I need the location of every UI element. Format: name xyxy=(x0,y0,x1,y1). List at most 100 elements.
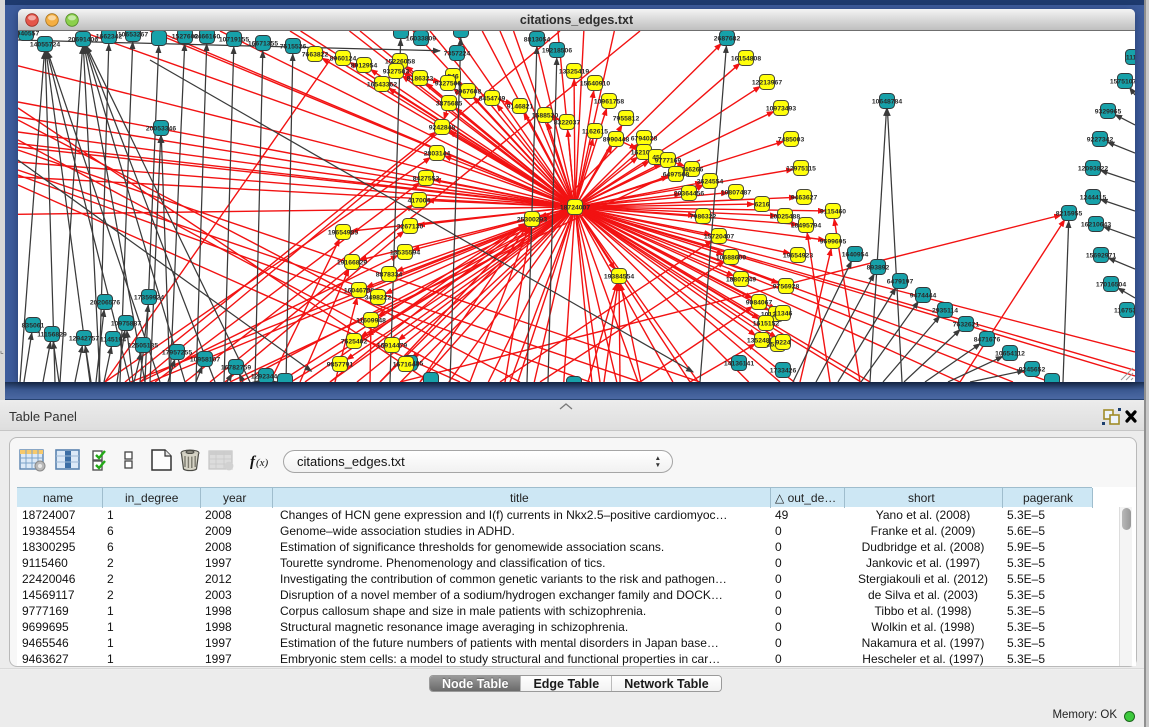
svg-text:3875685: 3875685 xyxy=(436,101,463,108)
svg-text:10807487: 10807487 xyxy=(721,190,751,197)
svg-text:8186323: 8186323 xyxy=(407,76,434,83)
svg-text:15640910: 15640910 xyxy=(580,81,610,88)
svg-text:11346: 11346 xyxy=(774,311,793,318)
svg-text:8960124: 8960124 xyxy=(330,56,357,63)
svg-text:9327503: 9327503 xyxy=(383,69,410,76)
svg-text:10719155: 10719155 xyxy=(219,37,249,44)
svg-text:2687682: 2687682 xyxy=(714,36,741,43)
svg-text:7357224: 7357224 xyxy=(444,51,471,58)
svg-text:8427552: 8427552 xyxy=(413,176,440,183)
svg-text:9146821: 9146821 xyxy=(507,104,534,111)
svg-text:6466160: 6466160 xyxy=(194,34,221,41)
svg-text:17957255: 17957255 xyxy=(162,350,192,357)
svg-text:12093822: 12093822 xyxy=(1078,166,1108,173)
svg-text:12975115: 12975115 xyxy=(786,166,816,173)
svg-text:8878334: 8878334 xyxy=(376,272,403,279)
svg-text:12213967: 12213967 xyxy=(752,80,782,87)
svg-text:9329965: 9329965 xyxy=(1095,109,1122,116)
svg-text:9245652: 9245652 xyxy=(1019,367,1046,374)
svg-text:8454749: 8454749 xyxy=(479,96,506,103)
svg-text:10653267: 10653267 xyxy=(118,32,148,39)
svg-text:20691406: 20691406 xyxy=(68,37,98,44)
svg-text:1112: 1112 xyxy=(1126,55,1135,62)
svg-text:9084067: 9084067 xyxy=(746,300,773,307)
svg-text:7625402: 7625402 xyxy=(341,339,368,346)
svg-text:3267130: 3267130 xyxy=(397,224,424,231)
svg-text:1588520: 1588520 xyxy=(532,113,559,120)
svg-text:1167533: 1167533 xyxy=(1114,308,1135,315)
svg-text:2935114: 2935114 xyxy=(932,308,958,315)
svg-text:7955812: 7955812 xyxy=(613,116,640,123)
svg-text:13325419: 13325419 xyxy=(559,69,589,76)
svg-text:10688609: 10688609 xyxy=(716,255,746,262)
svg-text:1162615: 1162615 xyxy=(582,129,608,136)
svg-text:8990448: 8990448 xyxy=(603,137,630,144)
svg-text:17016504: 17016504 xyxy=(1096,282,1126,289)
svg-text:6497568: 6497568 xyxy=(663,172,690,179)
svg-text:9463627: 9463627 xyxy=(791,195,818,202)
svg-text:14136141: 14136141 xyxy=(724,361,754,368)
svg-text:12505135: 12505135 xyxy=(128,343,158,350)
svg-text:19166829: 19166829 xyxy=(337,260,367,267)
svg-text:9327508: 9327508 xyxy=(435,81,462,88)
svg-text:18724007: 18724007 xyxy=(560,205,590,212)
svg-text:9756928: 9756928 xyxy=(773,284,800,291)
svg-text:1244415: 1244415 xyxy=(1080,195,1107,202)
svg-text:20206576: 20206576 xyxy=(90,300,120,307)
svg-text:1145194: 1145194 xyxy=(100,337,126,344)
svg-text:8471676: 8471676 xyxy=(974,337,1001,344)
svg-text:7485003: 7485003 xyxy=(778,137,805,144)
svg-text:417004: 417004 xyxy=(408,198,431,205)
svg-text:6216: 6216 xyxy=(754,202,769,209)
svg-text:16543362: 16543362 xyxy=(367,82,397,89)
svg-text:9857791: 9857791 xyxy=(327,362,354,369)
svg-text:835061: 835061 xyxy=(22,323,45,330)
svg-text:8813054: 8813054 xyxy=(524,37,551,44)
svg-text:25300293: 25300293 xyxy=(517,217,547,224)
svg-text:19384554: 19384554 xyxy=(604,274,634,281)
svg-text:10973493: 10973493 xyxy=(766,106,796,113)
svg-text:7632621: 7632621 xyxy=(953,322,980,329)
svg-text:893892: 893892 xyxy=(867,265,890,272)
svg-text:10975887: 10975887 xyxy=(111,321,141,328)
svg-text:9777169: 9777169 xyxy=(655,158,682,165)
svg-text:20053346: 20053346 xyxy=(146,126,176,133)
svg-text:16033809: 16033809 xyxy=(406,36,436,43)
svg-text:20364456: 20364456 xyxy=(674,191,704,198)
svg-text:3624554: 3624554 xyxy=(697,179,724,186)
svg-text:14055724: 14055724 xyxy=(30,42,60,49)
svg-text:15720407: 15720407 xyxy=(704,234,734,241)
svg-text:9699695: 9699695 xyxy=(820,239,847,246)
svg-text:8912954: 8912954 xyxy=(351,63,378,70)
svg-text:7515526: 7515526 xyxy=(280,44,307,51)
svg-text:1640954: 1640954 xyxy=(842,252,869,259)
svg-text:10961758: 10961758 xyxy=(594,99,624,106)
svg-text:16046788: 16046788 xyxy=(344,288,374,295)
svg-text:10648784: 10648784 xyxy=(872,99,902,106)
svg-text:8215955: 8215955 xyxy=(1056,211,1083,218)
svg-text:2967608: 2967608 xyxy=(455,89,482,96)
svg-text:12923446: 12923446 xyxy=(251,374,281,381)
svg-text:15692971: 15692971 xyxy=(1086,253,1116,260)
svg-text:7663822: 7663822 xyxy=(302,52,329,59)
svg-text:11609948: 11609948 xyxy=(356,318,386,325)
svg-text:2803144: 2803144 xyxy=(424,151,451,158)
svg-text:9115460: 9115460 xyxy=(820,209,846,216)
svg-text:6794028: 6794028 xyxy=(631,136,658,143)
svg-text:19654923: 19654923 xyxy=(783,253,813,260)
svg-text:9242848: 9242848 xyxy=(429,125,456,132)
svg-text:6479197: 6479197 xyxy=(887,279,914,286)
svg-text:10025488: 10025488 xyxy=(770,214,800,221)
svg-text:13535594: 13535594 xyxy=(390,250,420,257)
svg-text:16671355: 16671355 xyxy=(248,41,278,48)
svg-text:16914479: 16914479 xyxy=(377,343,407,350)
svg-text:19218506: 19218506 xyxy=(542,48,572,55)
svg-text:1615152: 1615152 xyxy=(753,321,780,328)
svg-text:(x): (x) xyxy=(256,457,269,469)
svg-text:2040557: 2040557 xyxy=(18,31,39,38)
svg-text:10654112: 10654112 xyxy=(995,351,1025,358)
svg-text:18495794: 18495794 xyxy=(791,223,821,230)
svg-text:15751074: 15751074 xyxy=(1110,79,1135,86)
svg-text:3498222: 3498222 xyxy=(365,295,392,302)
svg-text:18807249: 18807249 xyxy=(726,277,756,284)
